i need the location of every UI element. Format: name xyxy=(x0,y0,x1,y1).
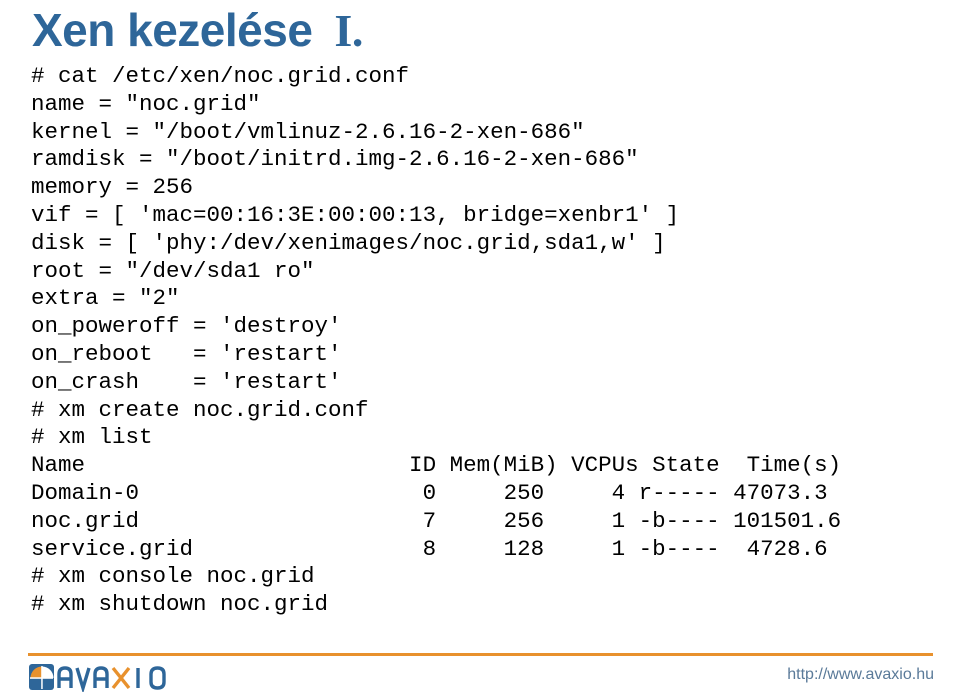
terminal-line: service.grid 8 128 1 -b---- 4728.6 xyxy=(31,535,828,562)
terminal-line: # xm create noc.grid.conf xyxy=(31,396,369,423)
avaxio-logo xyxy=(28,661,174,693)
terminal-line: memory = 256 xyxy=(31,174,194,201)
terminal-line: root = "/dev/sda1 ro" xyxy=(31,257,315,284)
terminal-line: on_reboot = 'restart' xyxy=(31,340,342,367)
terminal-line: # xm console noc.grid xyxy=(31,563,315,590)
footer-url[interactable]: http://www.avaxio.hu xyxy=(787,666,934,684)
terminal-line: on_crash = 'restart' xyxy=(31,368,342,395)
terminal-line: on_poweroff = 'destroy' xyxy=(31,313,342,340)
page-title: Xen kezelése I. xyxy=(32,2,363,58)
avaxio-logo-wordmark xyxy=(57,666,166,692)
terminal-line: # xm list xyxy=(31,424,153,451)
terminal-line: ramdisk = "/boot/initrd.img-2.6.16-2-xen… xyxy=(31,146,639,173)
page-title-roman-numeral: I. xyxy=(334,5,363,56)
page-title-main: Xen kezelése xyxy=(32,4,313,56)
terminal-line: Name ID Mem(MiB) VCPUs State Time(s) xyxy=(31,452,842,479)
terminal-line: kernel = "/boot/vmlinuz-2.6.16-2-xen-686… xyxy=(31,118,585,145)
terminal-line: name = "noc.grid" xyxy=(31,90,261,117)
terminal-line: extra = "2" xyxy=(31,285,180,312)
terminal-line: # xm shutdown noc.grid xyxy=(31,591,329,618)
avaxio-logo-mark-icon xyxy=(29,664,54,690)
terminal-line: noc.grid 7 256 1 -b---- 101501.6 xyxy=(31,507,842,534)
terminal-code-block: # cat /etc/xen/noc.grid.conf name = "noc.… xyxy=(31,63,946,619)
terminal-line: disk = [ 'phy:/dev/xenimages/noc.grid,sd… xyxy=(31,229,666,256)
terminal-line: vif = [ 'mac=00:16:3E:00:00:13, bridge=x… xyxy=(31,201,680,228)
terminal-line: Domain-0 0 250 4 r----- 47073.3 xyxy=(31,479,828,506)
terminal-line: # cat /etc/xen/noc.grid.conf xyxy=(31,63,410,89)
footer-divider xyxy=(28,653,933,656)
